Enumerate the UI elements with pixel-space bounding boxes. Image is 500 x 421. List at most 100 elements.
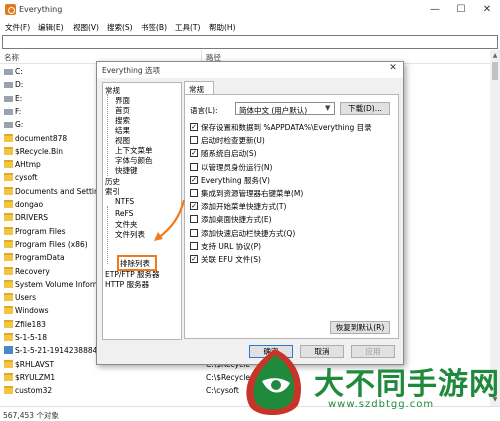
folder-icon (4, 319, 13, 328)
checkbox-checked[interactable]: ✓ (190, 123, 198, 131)
option-item[interactable]: ✓ Everything 服务(V) (190, 175, 395, 186)
row-name: F: (15, 106, 22, 116)
search-input[interactable] (2, 35, 498, 49)
tree-item-refs[interactable]: ReFS (115, 209, 133, 218)
row-name: G: (15, 120, 24, 130)
option-item[interactable]: ✓ 关联 EFU 文件(S) (190, 254, 395, 265)
checkbox-checked[interactable]: ✓ (190, 175, 198, 184)
option-label: 集成到资源管理器右键菜单(M) (201, 189, 304, 198)
folder-icon (4, 279, 13, 288)
row-name: $RHLAVST (15, 359, 55, 369)
minimize-button[interactable]: — (422, 0, 448, 20)
dialog-title-bar: Everything 选项 ✕ (97, 62, 403, 78)
row-name: custom32 (15, 386, 53, 396)
folder-icon (4, 266, 13, 275)
menu-bookmarks[interactable]: 书签(B) (141, 22, 167, 33)
option-label: 保存设置和数据到 %APPDATA%\Everything 目录 (201, 123, 372, 132)
language-label: 语言(L): (190, 106, 218, 115)
checkbox-unchecked[interactable] (190, 215, 198, 224)
tree-item-hotkeys[interactable]: 快捷键 (115, 165, 138, 176)
checkbox-unchecked[interactable] (190, 162, 198, 171)
highlight-box (117, 255, 157, 271)
tree-item-ntfs[interactable]: NTFS (115, 197, 134, 206)
scroll-thumb[interactable] (492, 62, 498, 80)
drive-icon (4, 108, 13, 115)
option-item[interactable]: 添加快速启动栏快捷方式(Q) (190, 228, 395, 239)
checkbox-checked[interactable]: ✓ (190, 255, 198, 263)
row-name: System Volume Inform (15, 279, 101, 289)
option-label: 随系统自启动(S) (201, 149, 257, 159)
maximize-button[interactable]: ☐ (448, 0, 474, 20)
option-item[interactable]: ✓ 保存设置和数据到 %APPDATA%\Everything 目录 (190, 122, 395, 133)
option-item[interactable]: 启动时检查更新(U) (190, 135, 395, 146)
option-item[interactable]: ✓ 随系统自启动(S) (190, 148, 395, 159)
checkbox-unchecked[interactable] (190, 189, 198, 197)
row-name: Documents and Settin (15, 186, 99, 196)
row-name: Windows (15, 306, 49, 316)
dialog-title: Everything 选项 (102, 66, 160, 75)
row-name: D: (15, 80, 24, 90)
checkbox-checked[interactable]: ✓ (190, 149, 198, 158)
drive-icon (4, 95, 13, 102)
option-item[interactable]: ✓ 添加开始菜单快捷方式(T) (190, 201, 395, 212)
annotation-arrow-icon (154, 199, 186, 241)
row-name: Recovery (15, 266, 50, 276)
folder-icon (4, 293, 13, 302)
checkbox-checked[interactable]: ✓ (190, 202, 198, 211)
row-name: AHtmp (15, 160, 41, 170)
menu-file[interactable]: 文件(F) (5, 22, 30, 33)
row-name: document878 (15, 133, 68, 143)
option-item[interactable]: 集成到资源管理器右键菜单(M) (190, 188, 395, 199)
language-select[interactable]: 简体中文 (用户默认) ▼ (235, 102, 335, 115)
checkbox-unchecked[interactable] (190, 241, 198, 250)
folder-icon (4, 133, 13, 142)
option-item[interactable]: 以管理员身份运行(N) (190, 162, 395, 173)
row-name: $RYULZM1 (15, 372, 56, 382)
folder-icon (4, 213, 13, 222)
download-button[interactable]: 下载(D)... (340, 102, 390, 115)
option-label: 添加桌面快捷方式(E) (201, 215, 272, 225)
option-item[interactable]: 添加桌面快捷方式(E) (190, 214, 395, 225)
row-name: ProgramData (15, 253, 65, 263)
scroll-up-arrow-icon[interactable]: ▲ (490, 52, 500, 60)
row-name: S-1-5-18 (15, 333, 47, 342)
tree-item-file-lists[interactable]: 文件列表 (115, 229, 145, 240)
option-label: 添加快速启动栏快捷方式(Q) (201, 228, 296, 238)
menu-help[interactable]: 帮助(H) (209, 22, 236, 33)
options-dialog: Everything 选项 ✕ 常规 界面 首页 搜索 结果 视图 上下文菜单 … (96, 61, 404, 365)
chevron-down-icon: ▼ (325, 104, 331, 112)
close-button[interactable]: ✕ (474, 0, 500, 20)
menu-tools[interactable]: 工具(T) (175, 22, 200, 33)
row-path: C:\cysoft (206, 386, 239, 396)
folder-icon (4, 160, 13, 169)
drive-icon (4, 69, 13, 75)
menu-view[interactable]: 视图(V) (73, 22, 99, 33)
option-label: Everything 服务(V) (201, 175, 270, 185)
folder-icon (4, 333, 13, 341)
watermark: 大不同手游网 www.szdbtgg.com (240, 345, 500, 421)
watermark-logo-icon (246, 349, 302, 416)
menu-edit[interactable]: 编辑(E) (38, 22, 64, 33)
menu-search[interactable]: 搜索(S) (107, 22, 133, 33)
row-name: Zfile183 (15, 319, 46, 329)
tree-item-http-server[interactable]: HTTP 服务器 (105, 279, 149, 290)
dialog-close-button[interactable]: ✕ (385, 63, 401, 77)
option-label: 关联 EFU 文件(S) (201, 255, 261, 264)
folder-icon (4, 386, 13, 395)
option-label: 添加开始菜单快捷方式(T) (201, 202, 287, 212)
option-item[interactable]: 支持 URL 协议(P) (190, 241, 395, 252)
checkbox-unchecked[interactable] (190, 228, 198, 237)
tree-item-index[interactable]: 索引 (105, 186, 120, 197)
tab-general[interactable]: 常规 (184, 81, 214, 95)
restore-defaults-button[interactable]: 恢复到默认(R) (330, 321, 390, 334)
drive-icon (4, 82, 13, 89)
folder-icon (4, 226, 13, 235)
checkbox-unchecked[interactable] (190, 136, 198, 145)
column-name-header[interactable]: 名称 (4, 52, 19, 63)
folder-icon (4, 200, 13, 208)
special-icon (4, 346, 13, 355)
folder-icon (4, 173, 13, 182)
row-name: dongao (15, 200, 44, 209)
row-name: C: (15, 67, 23, 76)
folder-icon (4, 146, 13, 155)
